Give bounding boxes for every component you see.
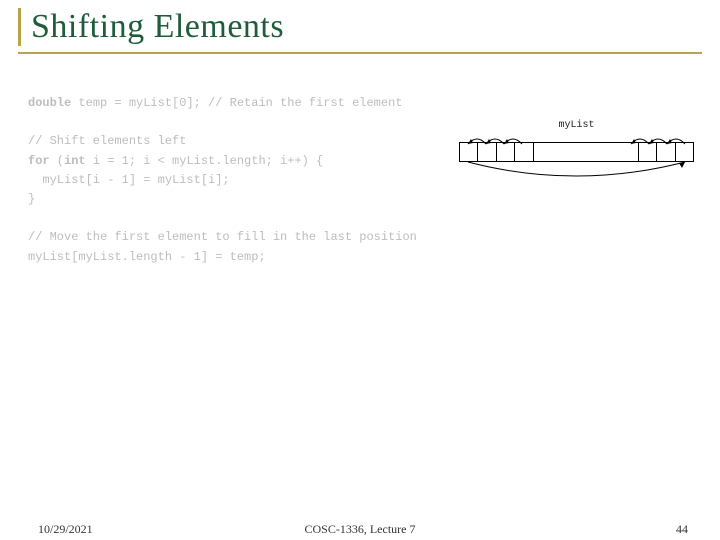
wrap-arrow-icon bbox=[459, 160, 694, 190]
content-area: double temp = myList[0]; // Retain the f… bbox=[18, 94, 702, 267]
diagram-label: myList bbox=[558, 120, 594, 131]
code-text: myList[myList.length - 1] = temp; bbox=[28, 250, 266, 264]
code-text: i = 1; i < myList.length; i++) { bbox=[86, 154, 324, 168]
kw-for: for bbox=[28, 154, 50, 168]
footer-date: 10/29/2021 bbox=[38, 522, 93, 537]
code-text: } bbox=[28, 192, 35, 206]
code-comment: // Shift elements left bbox=[28, 134, 186, 148]
kw-double: double bbox=[28, 96, 71, 110]
kw-int: int bbox=[64, 154, 86, 168]
array-diagram: myList bbox=[459, 120, 694, 190]
footer-page: 44 bbox=[676, 522, 688, 537]
title-wrap: Shifting Elements bbox=[18, 8, 702, 46]
slide-title: Shifting Elements bbox=[31, 8, 702, 46]
code-text: myList[i - 1] = myList[i]; bbox=[28, 173, 230, 187]
footer-course: COSC-1336, Lecture 7 bbox=[305, 522, 416, 537]
code-comment: // Retain the first element bbox=[208, 96, 402, 110]
slide: Shifting Elements double temp = myList[0… bbox=[0, 0, 720, 540]
code-comment: // Move the first element to fill in the… bbox=[28, 230, 417, 244]
code-text: ( bbox=[50, 154, 64, 168]
code-text: temp = myList[0]; bbox=[71, 96, 208, 110]
title-rule bbox=[18, 52, 702, 54]
